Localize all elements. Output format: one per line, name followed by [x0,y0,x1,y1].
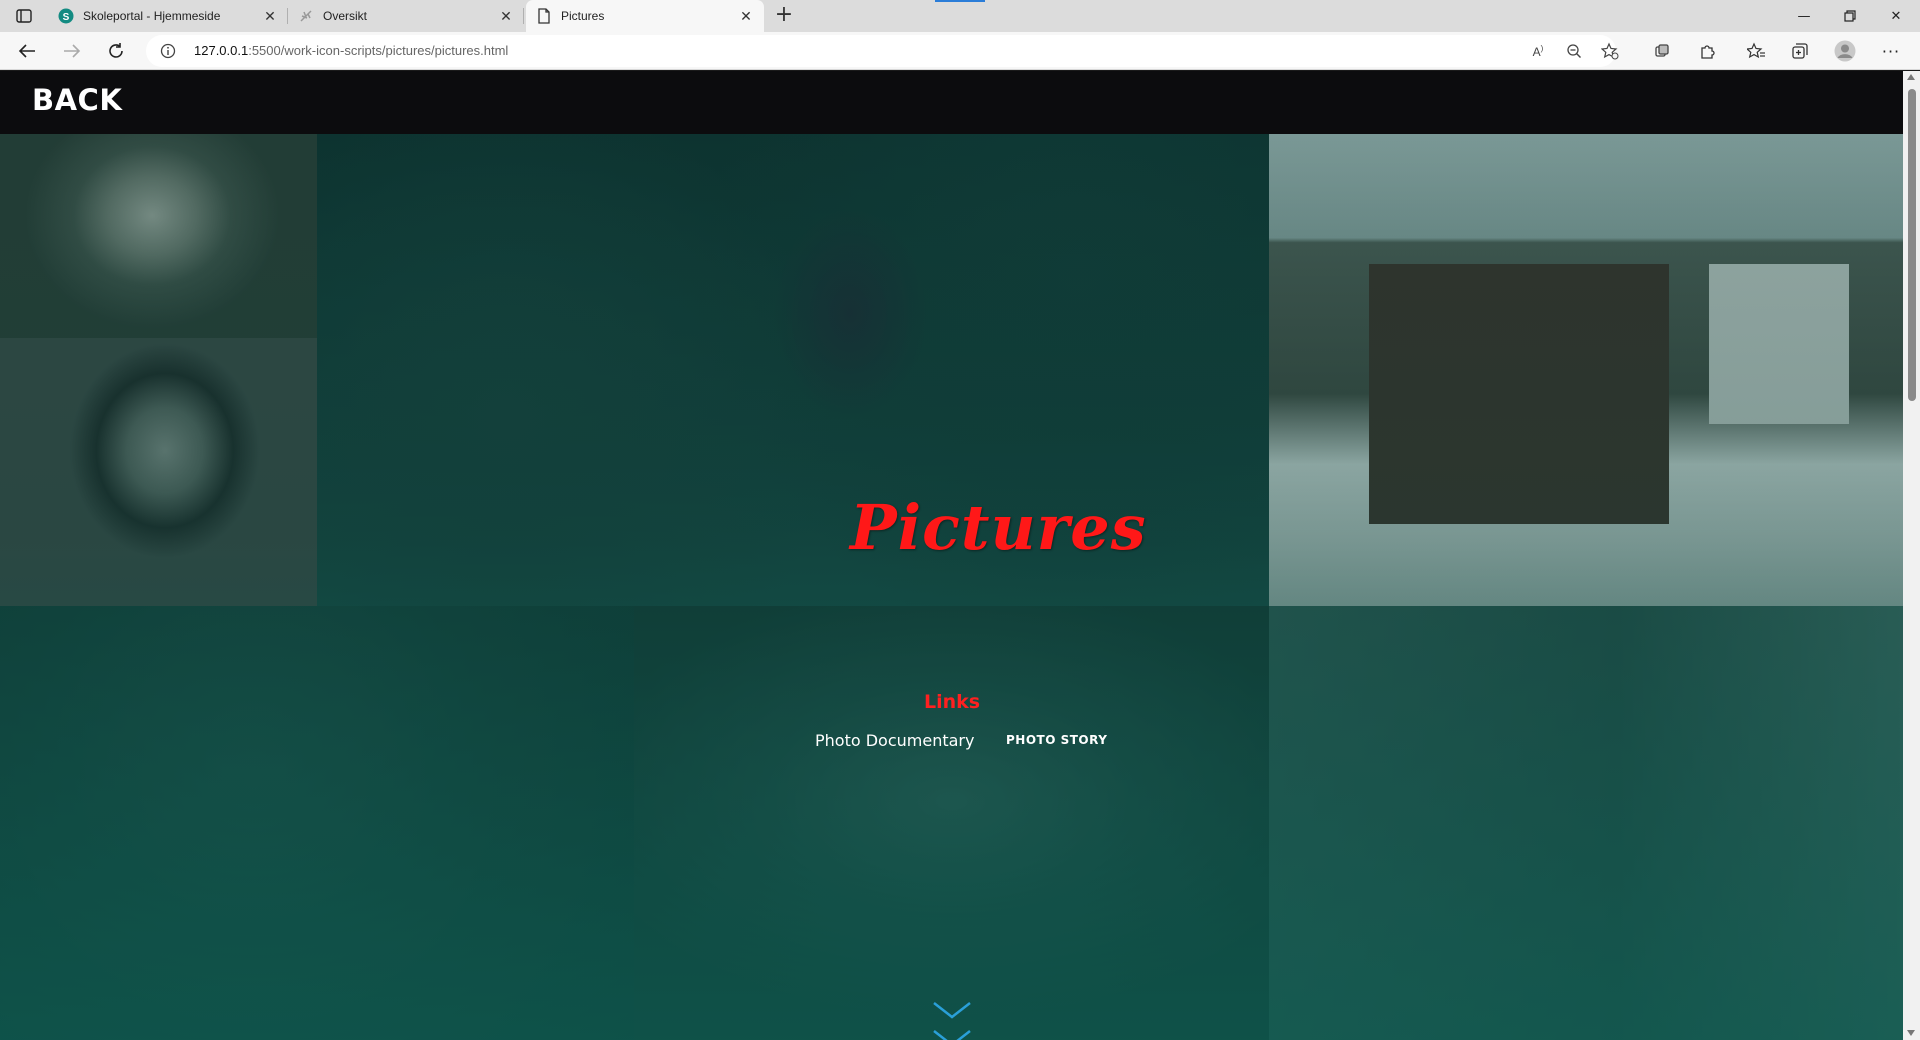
browser-toolbar: 127.0.0.1:5500/work-icon-scripts/picture… [0,32,1920,70]
read-aloud-icon[interactable]: A) [1528,41,1548,61]
photo-family-group [634,606,1269,1040]
scroll-up-arrow-icon[interactable] [1907,74,1915,80]
collections-button[interactable] [1648,37,1676,65]
tab-label: Pictures [561,9,605,23]
more-dots-icon: ··· [1881,41,1901,61]
sharepoint-s-icon: S [58,8,74,24]
photo-apartment-building [1269,134,1903,606]
profile-button[interactable] [1831,37,1859,65]
collections-icon-button[interactable] [1786,37,1814,65]
photo-house-wall [1269,606,1903,1040]
close-icon[interactable]: ✕ [738,8,754,24]
reload-button[interactable] [102,37,130,65]
favorites-button[interactable] [1742,37,1770,65]
minimize-icon: — [1797,8,1811,24]
tab-strip: S Skoleportal - Hjemmeside ✕ Oversikt ✕ … [0,0,1920,32]
close-icon: ✕ [1890,8,1902,24]
arrow-right-icon [64,44,81,58]
favorites-icon [1747,42,1765,59]
tab-actions-icon [16,9,32,23]
more-menu-button[interactable]: ··· [1877,37,1905,65]
top-bar: BACK [0,71,1903,134]
arrow-left-icon [18,44,35,58]
zoom-out-icon[interactable] [1564,41,1584,61]
back-link[interactable]: BACK [32,83,122,117]
tab-label: Oversikt [323,9,368,23]
forward-nav-button[interactable] [58,37,86,65]
scroll-down-arrow-icon[interactable] [1907,1030,1915,1036]
building-shape [1369,264,1669,524]
photo-vintage-portrait [0,338,317,606]
scrollbar-thumb[interactable] [1908,89,1916,401]
extensions-button[interactable] [1694,37,1722,65]
url-path: :5500/work-icon-scripts/pictures/picture… [248,43,509,58]
url-text: 127.0.0.1:5500/work-icon-scripts/picture… [194,35,508,67]
minimize-button[interactable]: — [1781,0,1827,32]
svg-text:S: S [63,12,70,23]
close-icon[interactable]: ✕ [498,8,514,24]
photo-story-link[interactable]: PHOTO STORY [1006,733,1107,747]
address-bar[interactable]: 127.0.0.1:5500/work-icon-scripts/picture… [146,35,1619,67]
close-icon[interactable]: ✕ [262,8,278,24]
tab-actions-button[interactable] [10,6,38,26]
reload-icon [109,43,123,58]
tab-skoleportal[interactable]: S Skoleportal - Hjemmeside ✕ [48,0,288,32]
page-scrollbar[interactable] [1903,71,1920,1040]
back-nav-button[interactable] [13,37,41,65]
building-shape [1709,264,1849,424]
plus-icon: + [774,2,794,27]
photo-bushes [0,606,634,1040]
add-favorite-icon[interactable] [1600,41,1620,61]
chevron-down-icon[interactable] [932,999,972,1040]
close-window-button[interactable]: ✕ [1873,0,1919,32]
photo-elderly-woman [0,134,317,338]
photo-documentary-link[interactable]: Photo Documentary [815,731,974,750]
tab-pictures[interactable]: Pictures ✕ [526,0,764,32]
avatar-icon [1834,40,1856,62]
url-host: 127.0.0.1 [194,43,249,58]
new-tab-button[interactable]: + [772,4,796,28]
info-icon[interactable] [160,43,176,59]
restore-button[interactable] [1827,0,1873,32]
page-icon [536,8,552,24]
collections-icon [1792,43,1808,59]
links-heading: Links [924,691,981,713]
leaf-icon [298,8,314,24]
tab-label: Skoleportal - Hjemmeside [83,9,221,23]
tab-oversikt[interactable]: Oversikt ✕ [288,0,524,32]
split-screen-icon [1655,44,1669,57]
tab-accent-line [935,0,985,2]
restore-icon [1844,10,1856,22]
page-title: Pictures [850,491,1147,564]
puzzle-icon [1701,45,1715,59]
page-viewport: BACK Pictures Links Photo Documentary PH… [0,71,1903,1040]
